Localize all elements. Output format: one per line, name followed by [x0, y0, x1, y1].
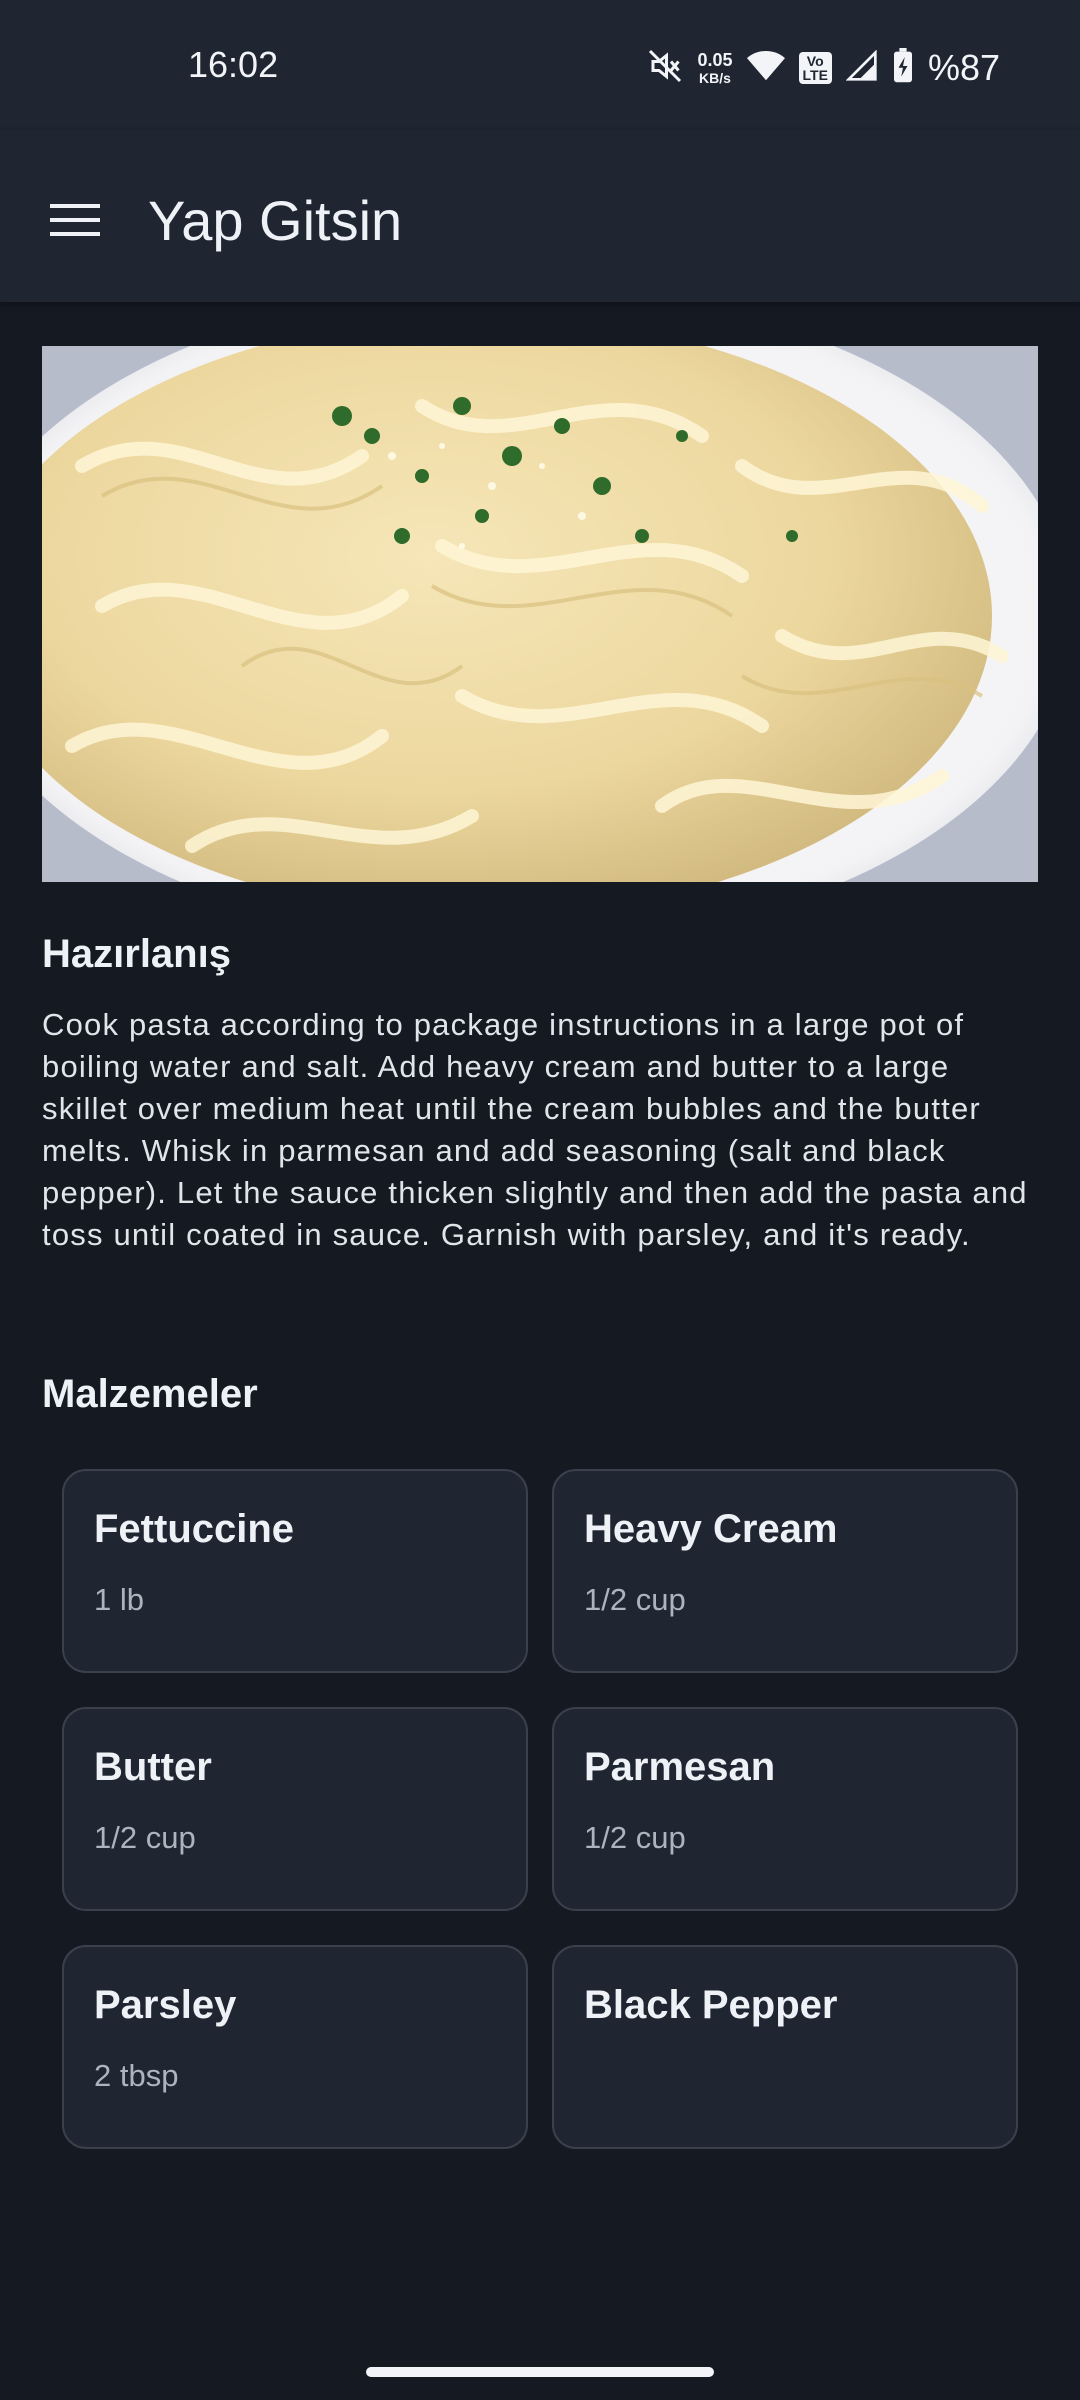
preparation-title: Hazırlanış	[42, 932, 231, 976]
status-time: 16:02	[188, 44, 279, 85]
volte-bottom: LTE	[802, 67, 828, 83]
network-speed: 0.05 KB/s	[697, 51, 732, 85]
ingredient-name: Parmesan	[584, 1745, 776, 1789]
app-title: Yap Gitsin	[148, 189, 403, 252]
status-bar: 16:02 0.05 KB/s Vo LTE %87	[0, 0, 1080, 130]
ingredient-card[interactable]: Black Pepper	[552, 1945, 1018, 2149]
menu-button[interactable]	[40, 190, 110, 250]
ingredient-name: Butter	[94, 1745, 212, 1789]
ingredient-name: Black Pepper	[584, 1983, 838, 2027]
ingredient-quantity: 1/2 cup	[94, 1820, 196, 1855]
gesture-navigation-bar[interactable]	[366, 2367, 714, 2377]
wifi-icon	[746, 50, 785, 87]
ingredients-grid: Fettuccine 1 lb Heavy Cream 1/2 cup Butt…	[62, 1469, 1018, 2149]
ingredient-name: Heavy Cream	[584, 1507, 838, 1551]
ingredient-quantity: 1 lb	[94, 1582, 144, 1617]
ingredient-card[interactable]: Parmesan 1/2 cup	[552, 1707, 1018, 1911]
preparation-text: Cook pasta according to package instruct…	[42, 1007, 1028, 1252]
volte-icon: Vo LTE	[798, 52, 832, 84]
ingredient-quantity: 1/2 cup	[584, 1820, 686, 1855]
battery-charging-icon	[892, 47, 914, 89]
app-bar: Yap Gitsin	[0, 130, 1080, 302]
ingredient-quantity: 2 tbsp	[94, 2058, 179, 2093]
hamburger-menu-icon	[50, 204, 100, 236]
mute-icon	[647, 48, 683, 89]
ingredient-card[interactable]: Parsley 2 tbsp	[62, 1945, 528, 2149]
network-speed-value: 0.05	[697, 50, 733, 70]
ingredient-card[interactable]: Fettuccine 1 lb	[62, 1469, 528, 1673]
ingredient-card[interactable]: Butter 1/2 cup	[62, 1707, 528, 1911]
ingredient-card[interactable]: Heavy Cream 1/2 cup	[552, 1469, 1018, 1673]
ingredient-name: Parsley	[94, 1983, 237, 2027]
cell-signal-icon	[845, 48, 878, 87]
ingredient-quantity: 1/2 cup	[584, 1582, 686, 1617]
status-icons: 0.05 KB/s Vo LTE %87	[647, 44, 1000, 92]
recipe-image	[42, 346, 1038, 882]
ingredients-title: Malzemeler	[42, 1372, 258, 1416]
ingredient-name: Fettuccine	[94, 1507, 295, 1551]
network-speed-unit: KB/s	[699, 70, 731, 86]
battery-percent: %87	[927, 47, 1000, 88]
